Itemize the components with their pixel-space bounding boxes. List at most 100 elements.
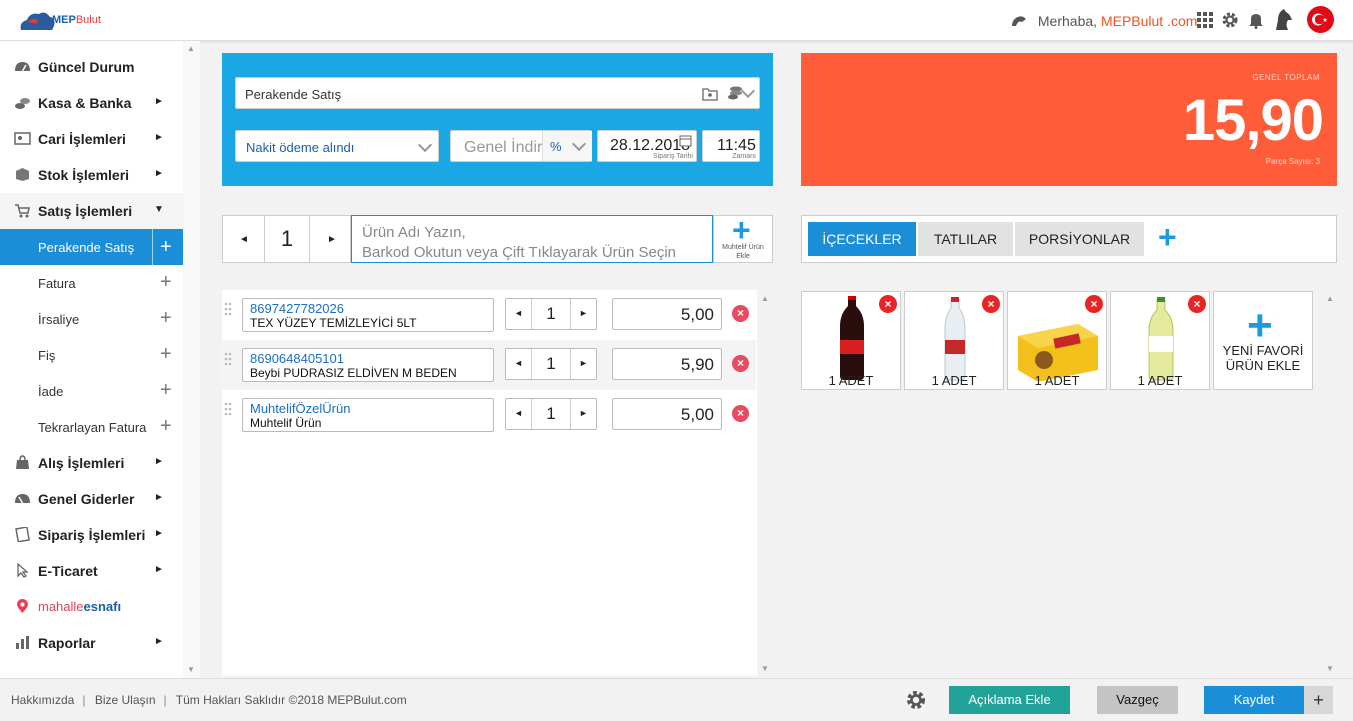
add-note-button[interactable]: Açıklama Ekle: [949, 686, 1070, 714]
tab-drinks[interactable]: İÇECEKLER: [808, 222, 916, 256]
add-category-icon[interactable]: +: [1158, 219, 1177, 256]
cart-product-field[interactable]: MuhtelifÖzelÜrün Muhtelif Ürün: [242, 398, 494, 432]
increment-icon[interactable]: ►: [579, 358, 588, 368]
scroll-up-icon[interactable]: ▲: [1326, 294, 1334, 303]
chevron-down-icon[interactable]: [417, 137, 433, 153]
favorite-item[interactable]: × 1 ADET: [1110, 291, 1210, 390]
add-icon[interactable]: +: [160, 307, 172, 330]
turkey-flag-icon[interactable]: [1307, 6, 1334, 33]
decrement-icon[interactable]: ◄: [514, 408, 523, 418]
price-field[interactable]: 5,00: [612, 298, 722, 330]
horse-avatar-icon[interactable]: [1270, 6, 1296, 32]
increment-icon[interactable]: ►: [327, 234, 337, 245]
sidebar-item-expenses[interactable]: Genel Giderler ►: [0, 481, 183, 517]
sidebar-item-dashboard[interactable]: Güncel Durum: [0, 49, 183, 85]
favorite-item[interactable]: × 1 ADET: [801, 291, 901, 390]
chevron-down-icon[interactable]: [740, 83, 756, 99]
favorites-scrollbar[interactable]: ▲ ▼: [1322, 290, 1337, 676]
sidebar-item-stock[interactable]: Stok İşlemleri ►: [0, 157, 183, 193]
discount-field[interactable]: Genel İndirim %: [450, 130, 592, 162]
cancel-button[interactable]: Vazgeç: [1097, 686, 1178, 714]
quantity-value[interactable]: 1: [531, 299, 571, 329]
cart-row: 8697427782026 TEX YÜZEY TEMİZLEYİCİ 5LT …: [222, 290, 756, 340]
sidebar-sub-receipt[interactable]: Fiş +: [0, 337, 183, 373]
drag-handle-icon[interactable]: [224, 302, 232, 316]
scroll-up-icon[interactable]: ▲: [761, 294, 769, 303]
remove-favorite-icon[interactable]: ×: [879, 295, 897, 313]
gear-icon[interactable]: [1221, 11, 1239, 29]
cart-scrollbar[interactable]: ▲ ▼: [757, 290, 772, 676]
gear-icon[interactable]: [905, 689, 927, 711]
sidebar-sub-invoice[interactable]: Fatura +: [0, 265, 183, 301]
arrow-right-icon: ►: [154, 96, 164, 107]
remove-favorite-icon[interactable]: ×: [982, 295, 1000, 313]
sidebar-sub-return[interactable]: İade +: [0, 373, 183, 409]
chevron-down-icon[interactable]: [571, 136, 587, 152]
tab-desserts[interactable]: TATLILAR: [918, 222, 1013, 256]
add-icon[interactable]: +: [160, 379, 172, 402]
coins-icon[interactable]: [727, 85, 743, 102]
sidebar-sub-retail-sale[interactable]: Perakende Satış +: [0, 229, 183, 265]
increment-icon[interactable]: ►: [579, 408, 588, 418]
entry-qty-value[interactable]: 1: [264, 216, 310, 262]
price-field[interactable]: 5,00: [612, 398, 722, 430]
quantity-value[interactable]: 1: [531, 349, 571, 379]
remove-favorite-icon[interactable]: ×: [1085, 295, 1103, 313]
sidebar-item-reports[interactable]: Raporlar ►: [0, 625, 183, 661]
sidebar-sub-waybill[interactable]: İrsaliye +: [0, 301, 183, 337]
remove-item-icon[interactable]: ×: [732, 305, 749, 322]
order-time-field[interactable]: 11:45 Zamanı: [702, 130, 760, 162]
sidebar-item-sales[interactable]: Satış İşlemleri ▼: [0, 193, 183, 229]
cart-product-field[interactable]: 8690648405101 Beybi PUDRASIZ ELDİVEN M B…: [242, 348, 494, 382]
favorite-item[interactable]: × 1 ADET: [904, 291, 1004, 390]
cart-row: 8690648405101 Beybi PUDRASIZ ELDİVEN M B…: [222, 340, 756, 390]
decrement-icon[interactable]: ◄: [239, 234, 249, 245]
add-icon[interactable]: +: [160, 271, 172, 294]
add-icon[interactable]: +: [160, 415, 172, 438]
save-button[interactable]: Kaydet: [1204, 686, 1304, 714]
price-field[interactable]: 5,90: [612, 348, 722, 380]
calendar-icon[interactable]: [679, 134, 692, 147]
sale-type-select[interactable]: Perakende Satış: [235, 77, 760, 109]
remove-favorite-icon[interactable]: ×: [1188, 295, 1206, 313]
add-favorite-button[interactable]: + YENİ FAVORİ ÜRÜN EKLE: [1213, 291, 1313, 390]
about-link[interactable]: Hakkımızda: [11, 693, 74, 707]
save-options-button[interactable]: +: [1304, 686, 1333, 714]
drag-handle-icon[interactable]: [224, 402, 232, 416]
scroll-up-icon[interactable]: ▲: [187, 44, 195, 53]
discount-unit-select[interactable]: %: [542, 131, 592, 161]
favorite-item[interactable]: × 1 ADET: [1007, 291, 1107, 390]
bell-icon[interactable]: [1247, 11, 1265, 29]
increment-icon[interactable]: ►: [579, 308, 588, 318]
scroll-down-icon[interactable]: ▼: [1326, 664, 1334, 673]
quantity-value[interactable]: 1: [531, 399, 571, 429]
scroll-down-icon[interactable]: ▼: [761, 664, 769, 673]
decrement-icon[interactable]: ◄: [514, 358, 523, 368]
contact-link[interactable]: Bize Ulaşın: [95, 693, 156, 707]
order-date-field[interactable]: 28.12.2018 Sipariş Tarihi: [597, 130, 697, 162]
sidebar-item-ecommerce[interactable]: E-Ticaret ►: [0, 553, 183, 589]
sidebar-item-orders[interactable]: Sipariş İşlemleri ►: [0, 517, 183, 553]
sidebar-scrollbar[interactable]: ▲ ▼: [183, 41, 200, 678]
cart-product-field[interactable]: 8697427782026 TEX YÜZEY TEMİZLEYİCİ 5LT: [242, 298, 494, 332]
tab-portions[interactable]: PORSİYONLAR: [1015, 222, 1144, 256]
drag-handle-icon[interactable]: [224, 352, 232, 366]
add-misc-product-button[interactable]: + Muhtelif Ürün Ekle: [713, 212, 773, 263]
add-icon[interactable]: +: [160, 343, 172, 366]
sidebar: Güncel Durum Kasa & Banka ► Cari İşlemle…: [0, 41, 200, 678]
sidebar-item-mahalle-esnafi[interactable]: mahalleesnafı: [0, 589, 183, 625]
product-search-input[interactable]: Ürün Adı Yazın, Barkod Okutun veya Çift …: [351, 215, 713, 263]
sidebar-item-accounts[interactable]: Cari İşlemleri ►: [0, 121, 183, 157]
folder-user-icon[interactable]: [702, 86, 718, 101]
remove-item-icon[interactable]: ×: [732, 405, 749, 422]
user-name[interactable]: MEPBulut .com: [1101, 13, 1197, 29]
scroll-down-icon[interactable]: ▼: [187, 665, 195, 674]
apps-grid-icon[interactable]: [1196, 11, 1214, 29]
sidebar-item-purchases[interactable]: Alış İşlemleri ►: [0, 445, 183, 481]
sidebar-item-cash-bank[interactable]: Kasa & Banka ►: [0, 85, 183, 121]
add-icon[interactable]: +: [152, 229, 172, 265]
remove-item-icon[interactable]: ×: [732, 355, 749, 372]
sidebar-sub-recurring-invoice[interactable]: Tekrarlayan Fatura +: [0, 409, 183, 445]
decrement-icon[interactable]: ◄: [514, 308, 523, 318]
payment-method-select[interactable]: Nakit ödeme alındı: [235, 130, 439, 162]
